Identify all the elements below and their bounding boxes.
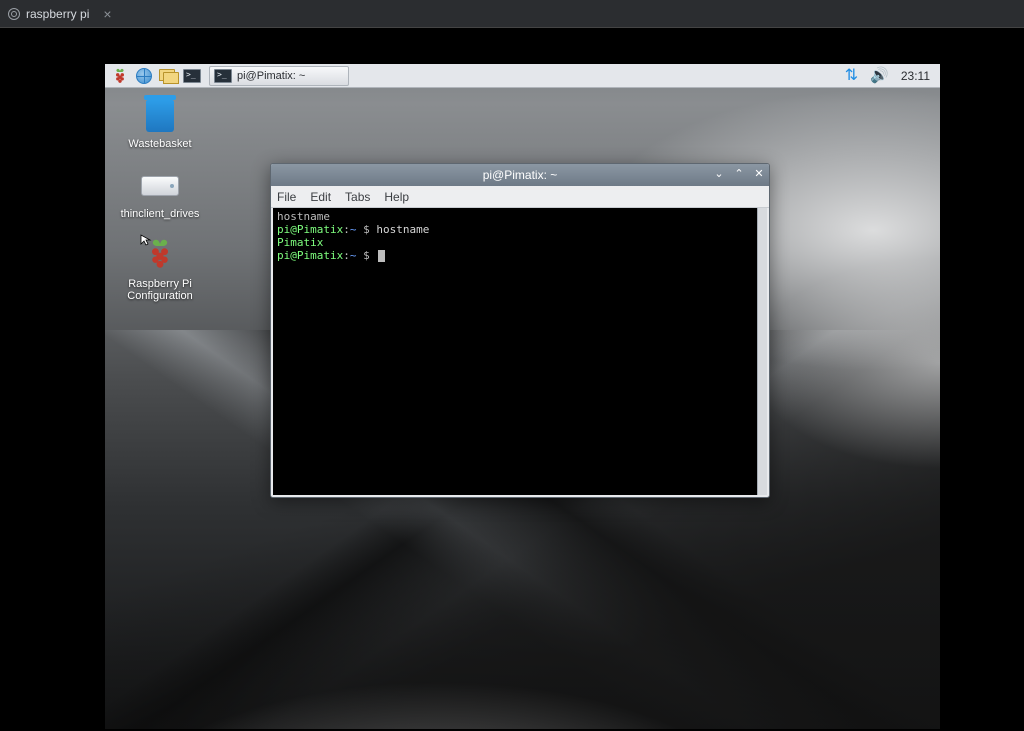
terminal-launcher-button[interactable]	[181, 66, 203, 86]
raspberry-pi-logo-icon	[113, 68, 127, 84]
file-manager-button[interactable]	[157, 66, 179, 86]
terminal-line-1: hostname	[277, 210, 763, 223]
terminal-cursor	[378, 250, 385, 262]
desktop-icons: Wastebasket thinclient_drives	[115, 98, 205, 302]
raspberry-config-icon	[144, 238, 176, 274]
clock[interactable]: 23:11	[901, 69, 930, 83]
taskbar-open-app[interactable]: pi@Pimatix: ~	[209, 66, 349, 86]
browser-tab[interactable]: raspberry pi ×	[0, 0, 120, 27]
terminal-line-2: pi@Pimatix:~ $ hostname	[277, 223, 763, 236]
thinclient-label: thinclient_drives	[121, 208, 200, 220]
volume-icon[interactable]: 🔊	[870, 68, 889, 83]
raspberry-pi-configuration-icon[interactable]: Raspberry Pi Configuration	[115, 238, 205, 302]
prompt-path: ~	[350, 249, 357, 262]
menu-button[interactable]	[109, 66, 131, 86]
taskbar: pi@Pimatix: ~ ⇅ 🔊 23:11	[105, 64, 940, 88]
globe-icon	[136, 68, 152, 84]
terminal-body[interactable]: hostname pi@Pimatix:~ $ hostname Pimatix…	[273, 208, 767, 495]
prompt-user: pi@Pimatix	[277, 223, 343, 236]
vnc-viewport: pi@Pimatix: ~ ⇅ 🔊 23:11 Wastebasket thin…	[0, 28, 1024, 731]
browser-tabbar: raspberry pi ×	[0, 0, 1024, 28]
prompt-command: hostname	[376, 223, 429, 236]
target-icon	[8, 8, 20, 20]
prompt-dollar: $	[363, 249, 370, 262]
taskbar-app-label: pi@Pimatix: ~	[237, 70, 305, 82]
terminal-title: pi@Pimatix: ~	[483, 168, 558, 182]
wastebasket-icon[interactable]: Wastebasket	[115, 98, 205, 150]
prompt-sep: :	[343, 223, 350, 236]
window-controls: ⌄ ⌃ ✕	[713, 169, 765, 181]
close-button[interactable]: ✕	[753, 169, 765, 181]
tab-close-icon[interactable]: ×	[103, 7, 111, 21]
terminal-line-4: pi@Pimatix:~ $	[277, 249, 763, 262]
minimize-button[interactable]: ⌄	[713, 169, 725, 181]
terminal-icon	[183, 69, 201, 83]
rpi-config-label: Raspberry Pi Configuration	[115, 278, 205, 302]
menu-tabs[interactable]: Tabs	[345, 190, 370, 204]
terminal-titlebar[interactable]: pi@Pimatix: ~ ⌄ ⌃ ✕	[271, 164, 769, 186]
network-icon[interactable]: ⇅	[845, 68, 858, 84]
web-browser-button[interactable]	[133, 66, 155, 86]
taskbar-right: ⇅ 🔊 23:11	[845, 68, 940, 84]
raspberry-pi-desktop[interactable]: pi@Pimatix: ~ ⇅ 🔊 23:11 Wastebasket thin…	[105, 64, 940, 729]
prompt-dollar: $	[363, 223, 370, 236]
prompt-user: pi@Pimatix	[277, 249, 343, 262]
terminal-scrollbar[interactable]	[757, 208, 767, 495]
wastebasket-label: Wastebasket	[128, 138, 191, 150]
terminal-window[interactable]: pi@Pimatix: ~ ⌄ ⌃ ✕ File Edit Tabs Help …	[270, 163, 770, 498]
menu-file[interactable]: File	[277, 190, 296, 204]
drive-icon	[141, 176, 179, 196]
browser-tab-label: raspberry pi	[26, 7, 89, 21]
prompt-sep: :	[343, 249, 350, 262]
terminal-line-3: Pimatix	[277, 236, 763, 249]
menu-edit[interactable]: Edit	[310, 190, 331, 204]
thinclient-drives-icon[interactable]: thinclient_drives	[115, 168, 205, 220]
menu-help[interactable]: Help	[384, 190, 409, 204]
taskbar-left: pi@Pimatix: ~	[105, 66, 349, 86]
prompt-path: ~	[350, 223, 357, 236]
maximize-button[interactable]: ⌃	[733, 169, 745, 181]
folders-icon	[159, 69, 177, 83]
mouse-cursor-icon	[140, 234, 152, 246]
terminal-menubar: File Edit Tabs Help	[271, 186, 769, 208]
trash-icon	[146, 100, 174, 132]
terminal-icon	[214, 69, 232, 83]
